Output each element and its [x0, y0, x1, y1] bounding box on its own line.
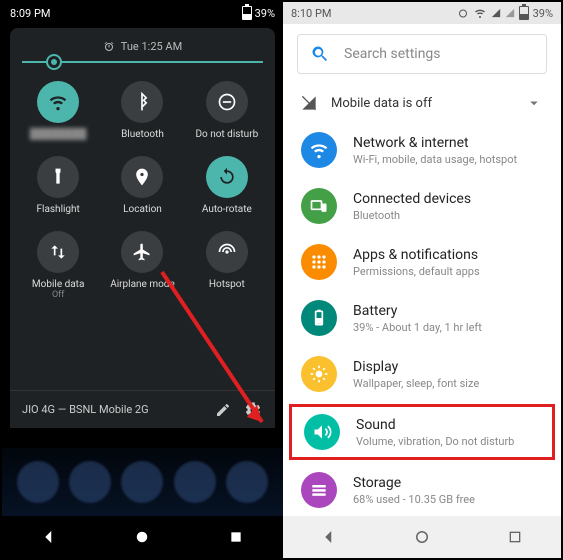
setting-title: Apps & notifications — [353, 247, 480, 263]
panel-footer: JIO 4G — BSNL Mobile 2G — [10, 390, 275, 428]
signal-off-icon — [301, 95, 317, 111]
signal-icon — [491, 7, 501, 19]
navigation-bar — [2, 516, 283, 558]
status-bar: 8:10 PM 39% — [283, 2, 561, 24]
setting-sound[interactable]: Sound Volume, vibration, Do not disturb — [289, 404, 555, 460]
recents-button[interactable] — [504, 526, 526, 548]
wifi-icon — [301, 132, 337, 168]
status-bar: 8:09 PM 39% — [2, 2, 283, 24]
setting-title: Connected devices — [353, 191, 471, 207]
wifi-icon — [473, 7, 487, 19]
back-button[interactable] — [38, 526, 60, 548]
setting-subtitle: Wi-Fi, mobile, data usage, hotspot — [353, 153, 517, 166]
battery-icon — [519, 6, 529, 20]
tile-label: Do not disturb — [195, 129, 258, 140]
dnd-icon — [206, 81, 248, 123]
setting-title: Display — [353, 359, 479, 375]
tile-location[interactable]: Location — [102, 150, 182, 221]
tile-label: Auto-rotate — [202, 204, 252, 215]
signal-icon — [505, 7, 515, 19]
setting-subtitle: Volume, vibration, Do not disturb — [356, 435, 514, 448]
setting-battery[interactable]: Battery 39% - About 1 day, 1 hr left — [283, 290, 561, 346]
tile-dnd[interactable]: Do not disturb — [187, 75, 267, 146]
data-icon — [37, 231, 79, 273]
quick-settings-panel: Tue 1:25 AM ████████BluetoothDo not dist… — [10, 28, 275, 428]
storage-icon — [301, 472, 337, 508]
setting-devices[interactable]: Connected devices Bluetooth — [283, 178, 561, 234]
tile-label: Flashlight — [37, 204, 80, 215]
setting-subtitle: Permissions, default apps — [353, 265, 480, 278]
devices-icon — [301, 188, 337, 224]
chevron-down-icon[interactable] — [525, 94, 543, 112]
alarm-icon — [103, 41, 115, 53]
settings-screenshot: 8:10 PM 39% Search settings Mobile data … — [283, 2, 561, 558]
battery-pct: 39% — [533, 7, 553, 20]
gear-icon[interactable] — [243, 400, 263, 420]
mobile-data-banner[interactable]: Mobile data is off — [283, 84, 561, 122]
setting-storage[interactable]: Storage 68% used - 10.35 GB free — [283, 462, 561, 518]
apps-icon — [301, 244, 337, 280]
setting-title: Battery — [353, 303, 482, 319]
search-icon — [310, 44, 330, 64]
tile-airplane[interactable]: Airplane mode — [102, 225, 182, 306]
setting-subtitle: Bluetooth — [353, 209, 471, 222]
back-button[interactable] — [318, 526, 340, 548]
airplane-icon — [121, 231, 163, 273]
setting-subtitle: 68% used - 10.35 GB free — [353, 493, 475, 506]
wifi-ssid: ████████ — [30, 129, 87, 140]
navigation-bar — [283, 516, 561, 558]
display-icon — [301, 356, 337, 392]
tile-bluetooth[interactable]: Bluetooth — [102, 75, 182, 146]
home-button[interactable] — [131, 526, 153, 548]
edit-icon[interactable] — [213, 400, 233, 420]
hotspot-icon — [206, 231, 248, 273]
status-time: 8:10 PM — [291, 7, 331, 20]
setting-apps[interactable]: Apps & notifications Permissions, default… — [283, 234, 561, 290]
alarm-icon — [457, 7, 469, 19]
battery-icon — [242, 6, 252, 20]
home-button[interactable] — [411, 526, 433, 548]
setting-title: Storage — [353, 475, 475, 491]
brightness-slider[interactable] — [10, 61, 275, 71]
setting-title: Sound — [356, 417, 514, 433]
setting-subtitle: Wallpaper, sleep, font size — [353, 377, 479, 390]
setting-subtitle: 39% - About 1 day, 1 hr left — [353, 321, 482, 334]
wifi-icon — [37, 81, 79, 123]
sound-icon — [304, 414, 340, 450]
battery-pct: 39% — [255, 7, 275, 20]
carrier-text: JIO 4G — BSNL Mobile 2G — [22, 403, 149, 416]
flashlight-icon — [37, 156, 79, 198]
battery-icon — [301, 300, 337, 336]
tile-label: Mobile data — [32, 279, 85, 290]
tile-wifi[interactable]: ████████ — [18, 75, 98, 146]
search-input[interactable]: Search settings — [297, 34, 547, 74]
tile-label: Location — [123, 204, 162, 215]
tile-flashlight[interactable]: Flashlight — [18, 150, 98, 221]
bluetooth-icon — [121, 81, 163, 123]
setting-title: Network & internet — [353, 135, 517, 151]
tile-label: Hotspot — [209, 279, 245, 290]
location-icon — [121, 156, 163, 198]
recents-button[interactable] — [225, 526, 247, 548]
tile-label: Airplane mode — [110, 279, 175, 290]
brightness-thumb[interactable] — [46, 54, 62, 70]
tile-hotspot[interactable]: Hotspot — [187, 225, 267, 306]
quick-settings-screenshot: 8:09 PM 39% Tue 1:25 AM ████████Bluetoot… — [2, 2, 283, 558]
tile-sublabel: Off — [52, 290, 64, 300]
setting-display[interactable]: Display Wallpaper, sleep, font size — [283, 346, 561, 402]
tile-data[interactable]: Mobile dataOff — [18, 225, 98, 306]
home-dock — [2, 448, 283, 516]
tile-label: Bluetooth — [121, 129, 164, 140]
rotate-icon — [206, 156, 248, 198]
status-time: 8:09 PM — [10, 7, 50, 20]
setting-wifi[interactable]: Network & internet Wi-Fi, mobile, data us… — [283, 122, 561, 178]
tile-rotate[interactable]: Auto-rotate — [187, 150, 267, 221]
